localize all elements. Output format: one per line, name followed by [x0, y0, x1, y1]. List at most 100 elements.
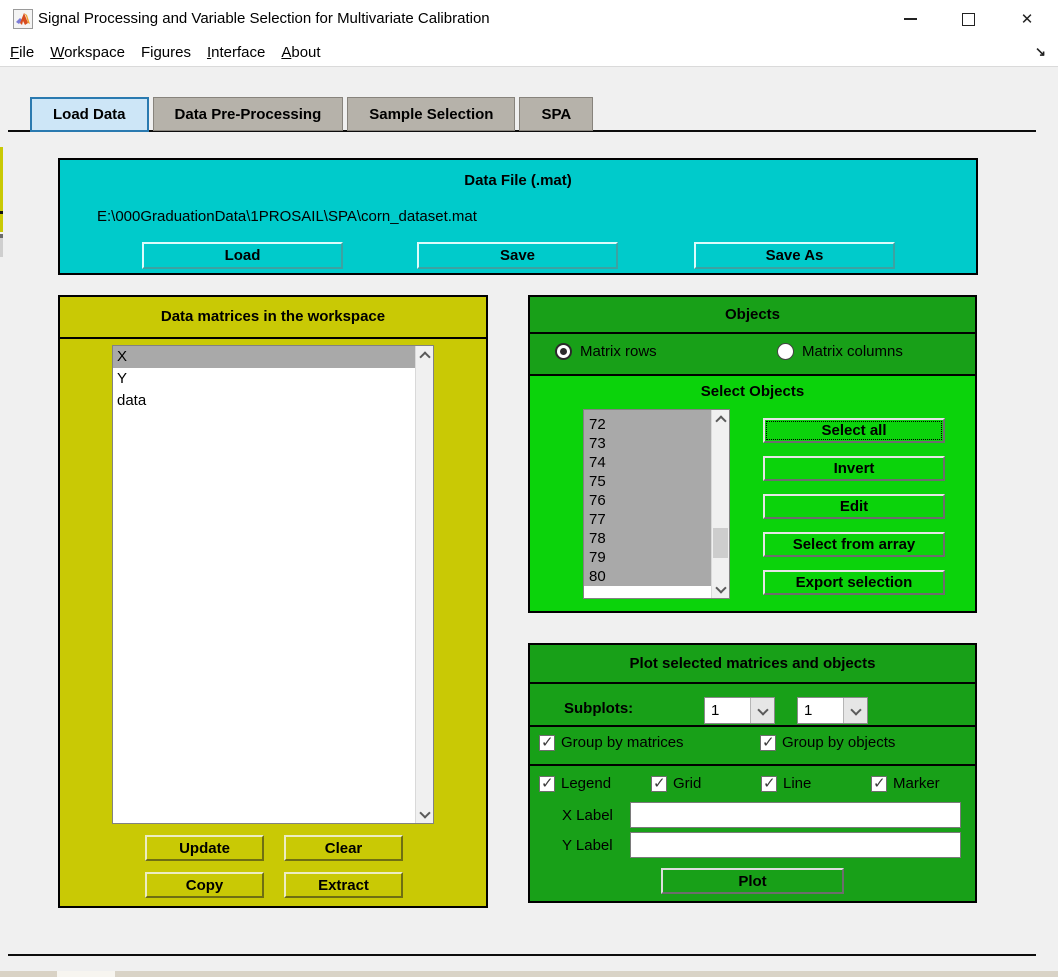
- export-selection-button[interactable]: Export selection: [763, 570, 945, 595]
- save-button[interactable]: Save: [417, 242, 618, 269]
- y-label-input[interactable]: [630, 832, 961, 858]
- workspace-panel: Data matrices in the workspace X Ydata Up…: [58, 295, 488, 908]
- tab[interactable]: Data Pre-Processing: [152, 97, 344, 131]
- dock-arrow-icon[interactable]: ↘: [1035, 44, 1046, 60]
- checkbox-icon: ✓: [871, 774, 887, 792]
- matrix-columns-label: Matrix columns: [802, 343, 903, 360]
- object-item[interactable]: 74: [584, 453, 729, 472]
- bottom-divider: [8, 954, 1036, 956]
- marker-label: Marker: [893, 775, 940, 792]
- menu-item[interactable]: About: [281, 44, 320, 61]
- close-icon: ✕: [1020, 10, 1034, 28]
- menu-item[interactable]: Workspace: [50, 44, 125, 61]
- menu-item[interactable]: Interface: [207, 44, 265, 61]
- workspace-list-scrollbar[interactable]: [415, 346, 433, 823]
- object-item[interactable]: 76: [584, 491, 729, 510]
- close-button[interactable]: ✕: [1004, 0, 1050, 38]
- separator: [60, 337, 486, 339]
- minimize-button[interactable]: [887, 0, 933, 38]
- object-item[interactable]: 73: [584, 434, 729, 453]
- plot-panel: Plot selected matrices and objects Subpl…: [528, 643, 977, 903]
- subplot-cols-value: 1: [804, 702, 813, 719]
- background-artifact: [115, 971, 1058, 977]
- tab[interactable]: Sample Selection: [347, 97, 516, 131]
- menu-item[interactable]: Figures: [141, 44, 191, 61]
- subplot-cols-dropdown[interactable]: 1: [797, 697, 868, 724]
- matrix-columns-radio[interactable]: Matrix columns: [777, 343, 903, 360]
- object-item[interactable]: 77: [584, 510, 729, 529]
- tab[interactable]: SPA: [519, 97, 594, 131]
- copy-button[interactable]: Copy: [145, 872, 264, 898]
- load-button[interactable]: Load: [142, 242, 343, 269]
- y-label-caption: Y Label: [562, 837, 613, 854]
- checkbox-icon: ✓: [539, 774, 555, 792]
- group-by-objects-label: Group by objects: [782, 734, 896, 751]
- clear-button[interactable]: Clear: [284, 835, 403, 861]
- tab-bar: Load Data Data Pre-Processing Sample Selec…: [30, 97, 594, 132]
- object-item[interactable]: 78: [584, 529, 729, 548]
- objects-panel-header: Objects: [530, 297, 975, 334]
- scroll-up-icon[interactable]: [712, 410, 729, 427]
- data-file-panel: Data File (.mat) E:\000GraduationData\1P…: [58, 158, 978, 275]
- scroll-down-icon[interactable]: [416, 806, 433, 823]
- tab[interactable]: Load Data: [30, 97, 149, 132]
- extract-button[interactable]: Extract: [284, 872, 403, 898]
- group-by-objects-checkbox[interactable]: ✓ Group by objects: [760, 734, 895, 751]
- object-item[interactable]: 75: [584, 472, 729, 491]
- grid-checkbox[interactable]: ✓ Grid: [651, 775, 701, 792]
- checkbox-icon: ✓: [539, 733, 555, 751]
- separator: [530, 374, 975, 376]
- workspace-matrix-item[interactable]: X: [113, 346, 433, 368]
- objects-panel: Objects Matrix rows Matrix columns Selec…: [528, 295, 977, 613]
- scrollbar-thumb[interactable]: [713, 528, 728, 558]
- group-by-matrices-label: Group by matrices: [561, 734, 684, 751]
- matlab-app-icon: [13, 9, 33, 29]
- select-from-array-button[interactable]: Select from array: [763, 532, 945, 557]
- background-artifact: [0, 238, 3, 257]
- chevron-down-icon[interactable]: [750, 698, 774, 723]
- group-by-matrices-checkbox[interactable]: ✓ Group by matrices: [539, 734, 684, 751]
- objects-panel-title: Objects: [724, 306, 781, 323]
- invert-button[interactable]: Invert: [763, 456, 945, 481]
- background-artifact: [0, 147, 3, 211]
- chevron-down-icon[interactable]: [843, 698, 867, 723]
- line-checkbox[interactable]: ✓ Line: [761, 775, 811, 792]
- subplot-rows-value: 1: [711, 702, 720, 719]
- scroll-down-icon[interactable]: [712, 581, 729, 598]
- objects-list-scrollbar[interactable]: [711, 410, 729, 598]
- workspace-matrix-item[interactable]: data: [113, 390, 433, 412]
- radio-icon: [777, 343, 794, 360]
- checkbox-icon: ✓: [651, 774, 667, 792]
- scroll-up-icon[interactable]: [416, 346, 433, 363]
- subplot-rows-dropdown[interactable]: 1: [704, 697, 775, 724]
- checkbox-icon: ✓: [761, 774, 777, 792]
- window-title: Signal Processing and Variable Selection…: [38, 10, 490, 27]
- objects-radio-band: Matrix rows Matrix columns: [530, 334, 975, 374]
- legend-checkbox[interactable]: ✓ Legend: [539, 775, 611, 792]
- maximize-button[interactable]: [945, 0, 991, 38]
- maximize-icon: [961, 12, 975, 26]
- plot-button[interactable]: Plot: [661, 868, 844, 894]
- object-item[interactable]: 79: [584, 548, 729, 567]
- object-item[interactable]: 72: [584, 415, 729, 434]
- select-objects-listbox[interactable]: 71727374757677787980: [583, 409, 730, 599]
- save-as-button[interactable]: Save As: [694, 242, 895, 269]
- matrix-rows-radio[interactable]: Matrix rows: [555, 343, 657, 360]
- line-label: Line: [783, 775, 812, 792]
- object-item[interactable]: 80: [584, 567, 729, 586]
- subplots-label: Subplots:: [564, 700, 634, 717]
- matrix-rows-label: Matrix rows: [580, 343, 657, 360]
- menu-item[interactable]: File: [10, 44, 34, 61]
- marker-checkbox[interactable]: ✓ Marker: [871, 775, 940, 792]
- plot-panel-title: Plot selected matrices and objects: [629, 655, 876, 672]
- separator: [530, 682, 975, 684]
- edit-button[interactable]: Edit: [763, 494, 945, 519]
- select-all-button[interactable]: Select all: [763, 418, 945, 443]
- update-button[interactable]: Update: [145, 835, 264, 861]
- radio-icon: [555, 343, 572, 360]
- data-file-panel-title: Data File (.mat): [464, 172, 572, 189]
- workspace-matrix-listbox[interactable]: X Ydata: [112, 345, 434, 824]
- workspace-panel-title: Data matrices in the workspace: [160, 308, 386, 325]
- workspace-matrix-item[interactable]: Y: [113, 368, 433, 390]
- x-label-input[interactable]: [630, 802, 961, 828]
